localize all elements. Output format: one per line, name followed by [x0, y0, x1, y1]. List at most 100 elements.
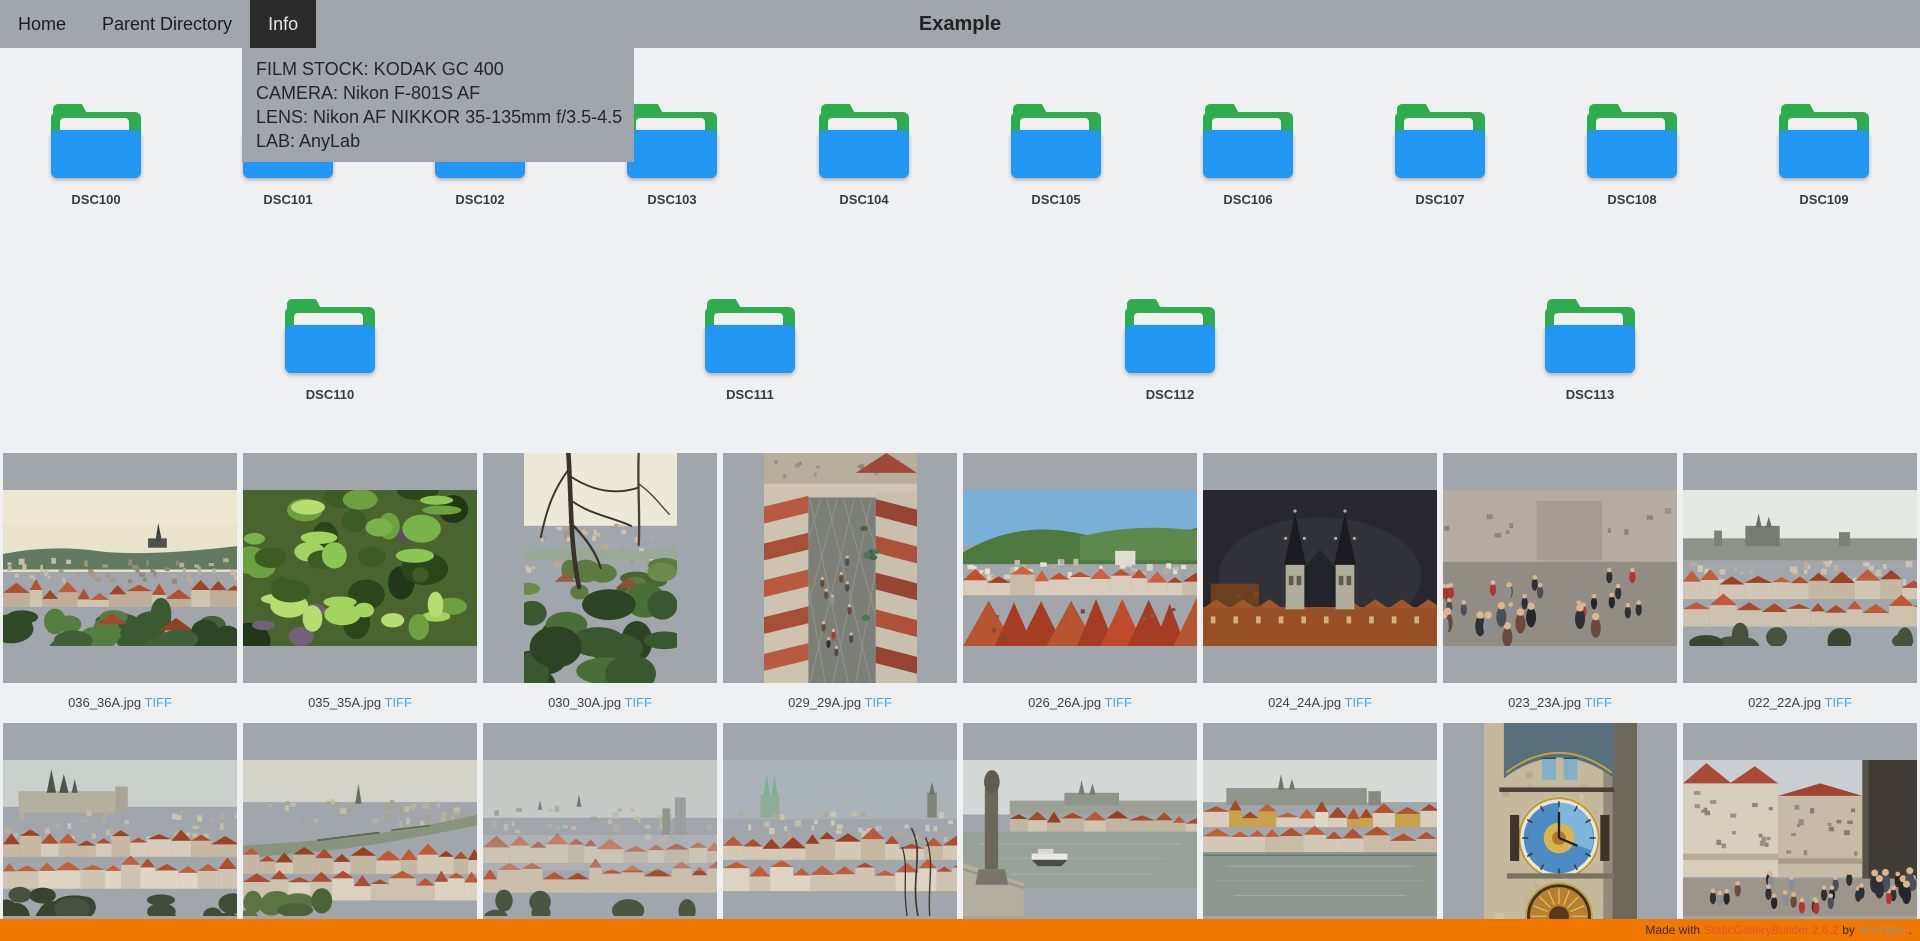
brand-logo-link[interactable]: </srgn> [1858, 923, 1905, 937]
folder-front [705, 325, 795, 373]
thumbnail-caption: 030_30A.jpg TIFF [480, 683, 720, 723]
folder-item-dsc108[interactable]: DSC108 [1536, 104, 1728, 207]
thumbnail-caption: 026_26A.jpg TIFF [960, 683, 1200, 723]
top-nav: Home Parent Directory Info Example [0, 0, 1920, 48]
thumbnail-cell: 036_36A.jpg TIFF [0, 453, 240, 723]
tiff-link[interactable]: TIFF [624, 695, 651, 710]
tiff-link[interactable]: TIFF [144, 695, 171, 710]
thumbnail-cell: 030_30A.jpg TIFF [480, 453, 720, 723]
thumbnail-image-link[interactable] [1203, 723, 1437, 941]
thumbnail-cell: 022_22A.jpg TIFF [1680, 453, 1920, 723]
thumbnail-caption: 029_29A.jpg TIFF [720, 683, 960, 723]
photo-thumbnail-art [243, 760, 477, 916]
info-line-lens: LENS: Nikon AF NIKKOR 35-135mm f/3.5-4.5 [256, 105, 620, 129]
tiff-link[interactable]: TIFF [1344, 695, 1371, 710]
folder-front [1779, 130, 1869, 178]
folder-label: DSC100 [71, 192, 120, 207]
tiff-link[interactable]: TIFF [1104, 695, 1131, 710]
image-filename: 036_36A.jpg [68, 695, 141, 710]
thumbnail-image-link[interactable] [243, 723, 477, 941]
folder-label: DSC111 [726, 387, 774, 402]
folder-icon [1587, 104, 1677, 178]
folder-icon [51, 104, 141, 178]
thumbnail-image-link[interactable] [3, 453, 237, 683]
photo-thumbnail-art [963, 490, 1197, 646]
thumbnail-row-1: 036_36A.jpg TIFF035_35A.jpg TIFF030_30A.… [0, 453, 1920, 723]
folder-item-dsc104[interactable]: DSC104 [768, 104, 960, 207]
folder-item-dsc113[interactable]: DSC113 [1494, 299, 1686, 402]
photo-thumbnail-art [1203, 490, 1437, 646]
footer-made-with: Made with [1645, 923, 1700, 937]
footer-bar: Made with StaticGalleryBuilder 2.6.2 by … [0, 919, 1920, 941]
folder-label: DSC107 [1415, 192, 1464, 207]
folder-item-dsc111[interactable]: DSC111 [654, 299, 846, 402]
photo-thumbnail-art [3, 490, 237, 646]
folder-label: DSC105 [1031, 192, 1080, 207]
folder-front [1587, 130, 1677, 178]
photo-thumbnail-art [963, 760, 1197, 916]
folder-item-dsc110[interactable]: DSC110 [234, 299, 426, 402]
folder-item-dsc112[interactable]: DSC112 [1074, 299, 1266, 402]
thumbnail-image-link[interactable] [483, 723, 717, 941]
folder-label: DSC112 [1146, 387, 1194, 402]
folder-icon [1395, 104, 1485, 178]
nav-item-parent-directory[interactable]: Parent Directory [84, 0, 250, 48]
nav-item-home[interactable]: Home [0, 0, 84, 48]
nav-item-info[interactable]: Info [250, 0, 316, 48]
folder-front [1395, 130, 1485, 178]
folder-front [285, 325, 375, 373]
thumbnail-cell: 026_26A.jpg TIFF [960, 453, 1200, 723]
info-line-lab: LAB: AnyLab [256, 129, 620, 153]
builder-link[interactable]: StaticGalleryBuilder 2.6.2 [1703, 923, 1838, 937]
thumbnail-image-link[interactable] [483, 453, 717, 683]
folder-icon [1011, 104, 1101, 178]
folder-front [819, 130, 909, 178]
tiff-link[interactable]: TIFF [864, 695, 891, 710]
thumbnail-caption: 022_22A.jpg TIFF [1680, 683, 1920, 723]
thumbnail-row-2 [0, 723, 1920, 941]
thumbnail-image-link[interactable] [1683, 453, 1917, 683]
thumbnail-image-link[interactable] [1443, 723, 1677, 941]
thumbnail-cell: 024_24A.jpg TIFF [1200, 453, 1440, 723]
folder-item-dsc100[interactable]: DSC100 [0, 104, 192, 207]
image-filename: 029_29A.jpg [788, 695, 861, 710]
folder-icon [705, 299, 795, 373]
folder-label: DSC101 [263, 192, 312, 207]
thumbnail-image-link[interactable] [963, 723, 1197, 941]
info-tooltip: FILM STOCK: KODAK GC 400 CAMERA: Nikon F… [242, 48, 634, 162]
photo-thumbnail-art [1683, 760, 1917, 916]
folder-item-dsc109[interactable]: DSC109 [1728, 104, 1920, 207]
folder-item-dsc107[interactable]: DSC107 [1344, 104, 1536, 207]
thumbnail-cell [0, 723, 240, 941]
photo-thumbnail-art [524, 453, 677, 683]
folder-label: DSC109 [1799, 192, 1848, 207]
photo-thumbnail-art [1203, 760, 1437, 916]
thumbnail-image-link[interactable] [1203, 453, 1437, 683]
folder-item-dsc105[interactable]: DSC105 [960, 104, 1152, 207]
folder-item-dsc106[interactable]: DSC106 [1152, 104, 1344, 207]
folder-icon [1125, 299, 1215, 373]
thumbnail-image-link[interactable] [963, 453, 1197, 683]
thumbnail-caption: 023_23A.jpg TIFF [1440, 683, 1680, 723]
image-filename: 024_24A.jpg [1268, 695, 1341, 710]
thumbnail-image-link[interactable] [723, 723, 957, 941]
thumbnail-image-link[interactable] [1443, 453, 1677, 683]
folder-icon [285, 299, 375, 373]
footer-dot: . [1909, 923, 1912, 937]
thumbnail-cell: 029_29A.jpg TIFF [720, 453, 960, 723]
thumbnail-image-link[interactable] [243, 453, 477, 683]
thumbnail-image-link[interactable] [723, 453, 957, 683]
gallery-content: DSC100DSC101DSC102DSC103DSC104DSC105DSC1… [0, 104, 1920, 941]
thumbnail-cell [960, 723, 1200, 941]
thumbnail-image-link[interactable] [3, 723, 237, 941]
thumbnail-caption: 024_24A.jpg TIFF [1200, 683, 1440, 723]
tiff-link[interactable]: TIFF [1584, 695, 1611, 710]
photo-thumbnail-art [243, 490, 477, 646]
tiff-link[interactable]: TIFF [1824, 695, 1851, 710]
tiff-link[interactable]: TIFF [384, 695, 411, 710]
info-line-film: FILM STOCK: KODAK GC 400 [256, 57, 620, 81]
image-filename: 023_23A.jpg [1508, 695, 1581, 710]
photo-thumbnail-art [3, 760, 237, 916]
thumbnail-image-link[interactable] [1683, 723, 1917, 941]
photo-thumbnail-art [764, 453, 917, 683]
